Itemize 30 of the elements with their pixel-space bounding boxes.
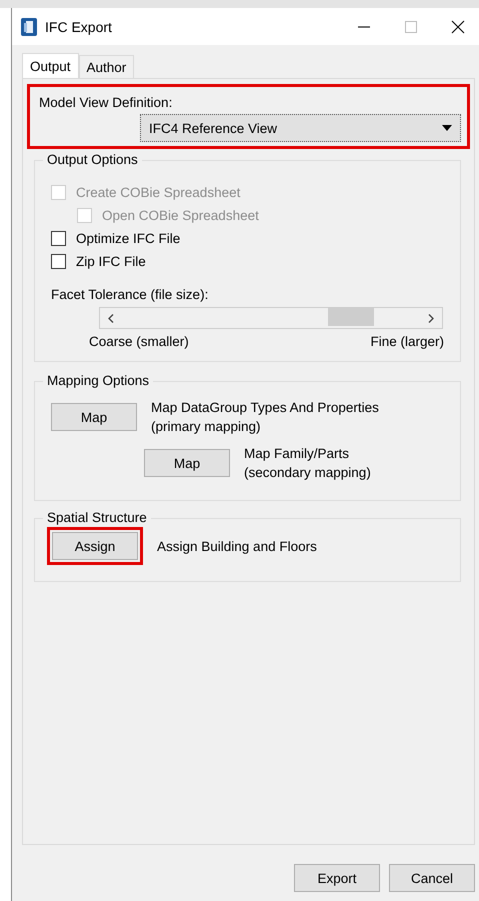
field-label: Model View Definition: xyxy=(39,95,174,110)
group-title: Mapping Options xyxy=(43,373,154,388)
slider-min-label: Coarse (smaller) xyxy=(89,334,189,349)
tab[interactable]: Author xyxy=(78,55,134,78)
app-icon xyxy=(21,18,37,36)
slider-max-label: Fine (larger) xyxy=(370,334,444,349)
assign-description: Assign Building and Floors xyxy=(157,538,317,556)
dialog-button[interactable]: Cancel xyxy=(389,864,475,892)
slider[interactable] xyxy=(99,307,443,329)
slider-thumb[interactable] xyxy=(328,308,374,326)
map-button[interactable]: Map xyxy=(144,449,230,477)
window-title: IFC Export xyxy=(45,18,113,34)
dialog-button[interactable]: Export xyxy=(294,864,380,892)
mapping-description: Map DataGroup Types And Properties (primary mapping) xyxy=(151,399,379,436)
tab[interactable]: Output xyxy=(22,53,79,78)
slider-label: Facet Tolerance (file size): xyxy=(51,287,210,302)
dropdown[interactable]: IFC4 Reference View xyxy=(140,114,461,142)
map-button[interactable]: Map xyxy=(51,403,137,431)
checkbox-label: Zip IFC File xyxy=(76,254,146,269)
close-icon[interactable] xyxy=(451,20,465,34)
caret-icon xyxy=(442,125,452,131)
assign-button[interactable]: Assign xyxy=(52,532,138,560)
group-title: Output Options xyxy=(43,152,142,167)
checkbox[interactable] xyxy=(51,231,66,246)
checkbox-label: Optimize IFC File xyxy=(76,231,180,246)
checkbox-label: Open COBie Spreadsheet xyxy=(102,208,259,223)
mapping-description: Map Family/Parts (secondary mapping) xyxy=(244,445,371,482)
checkbox[interactable] xyxy=(51,254,66,269)
group-title: Spatial Structure xyxy=(43,510,151,525)
checkbox-label: Create COBie Spreadsheet xyxy=(76,185,240,200)
